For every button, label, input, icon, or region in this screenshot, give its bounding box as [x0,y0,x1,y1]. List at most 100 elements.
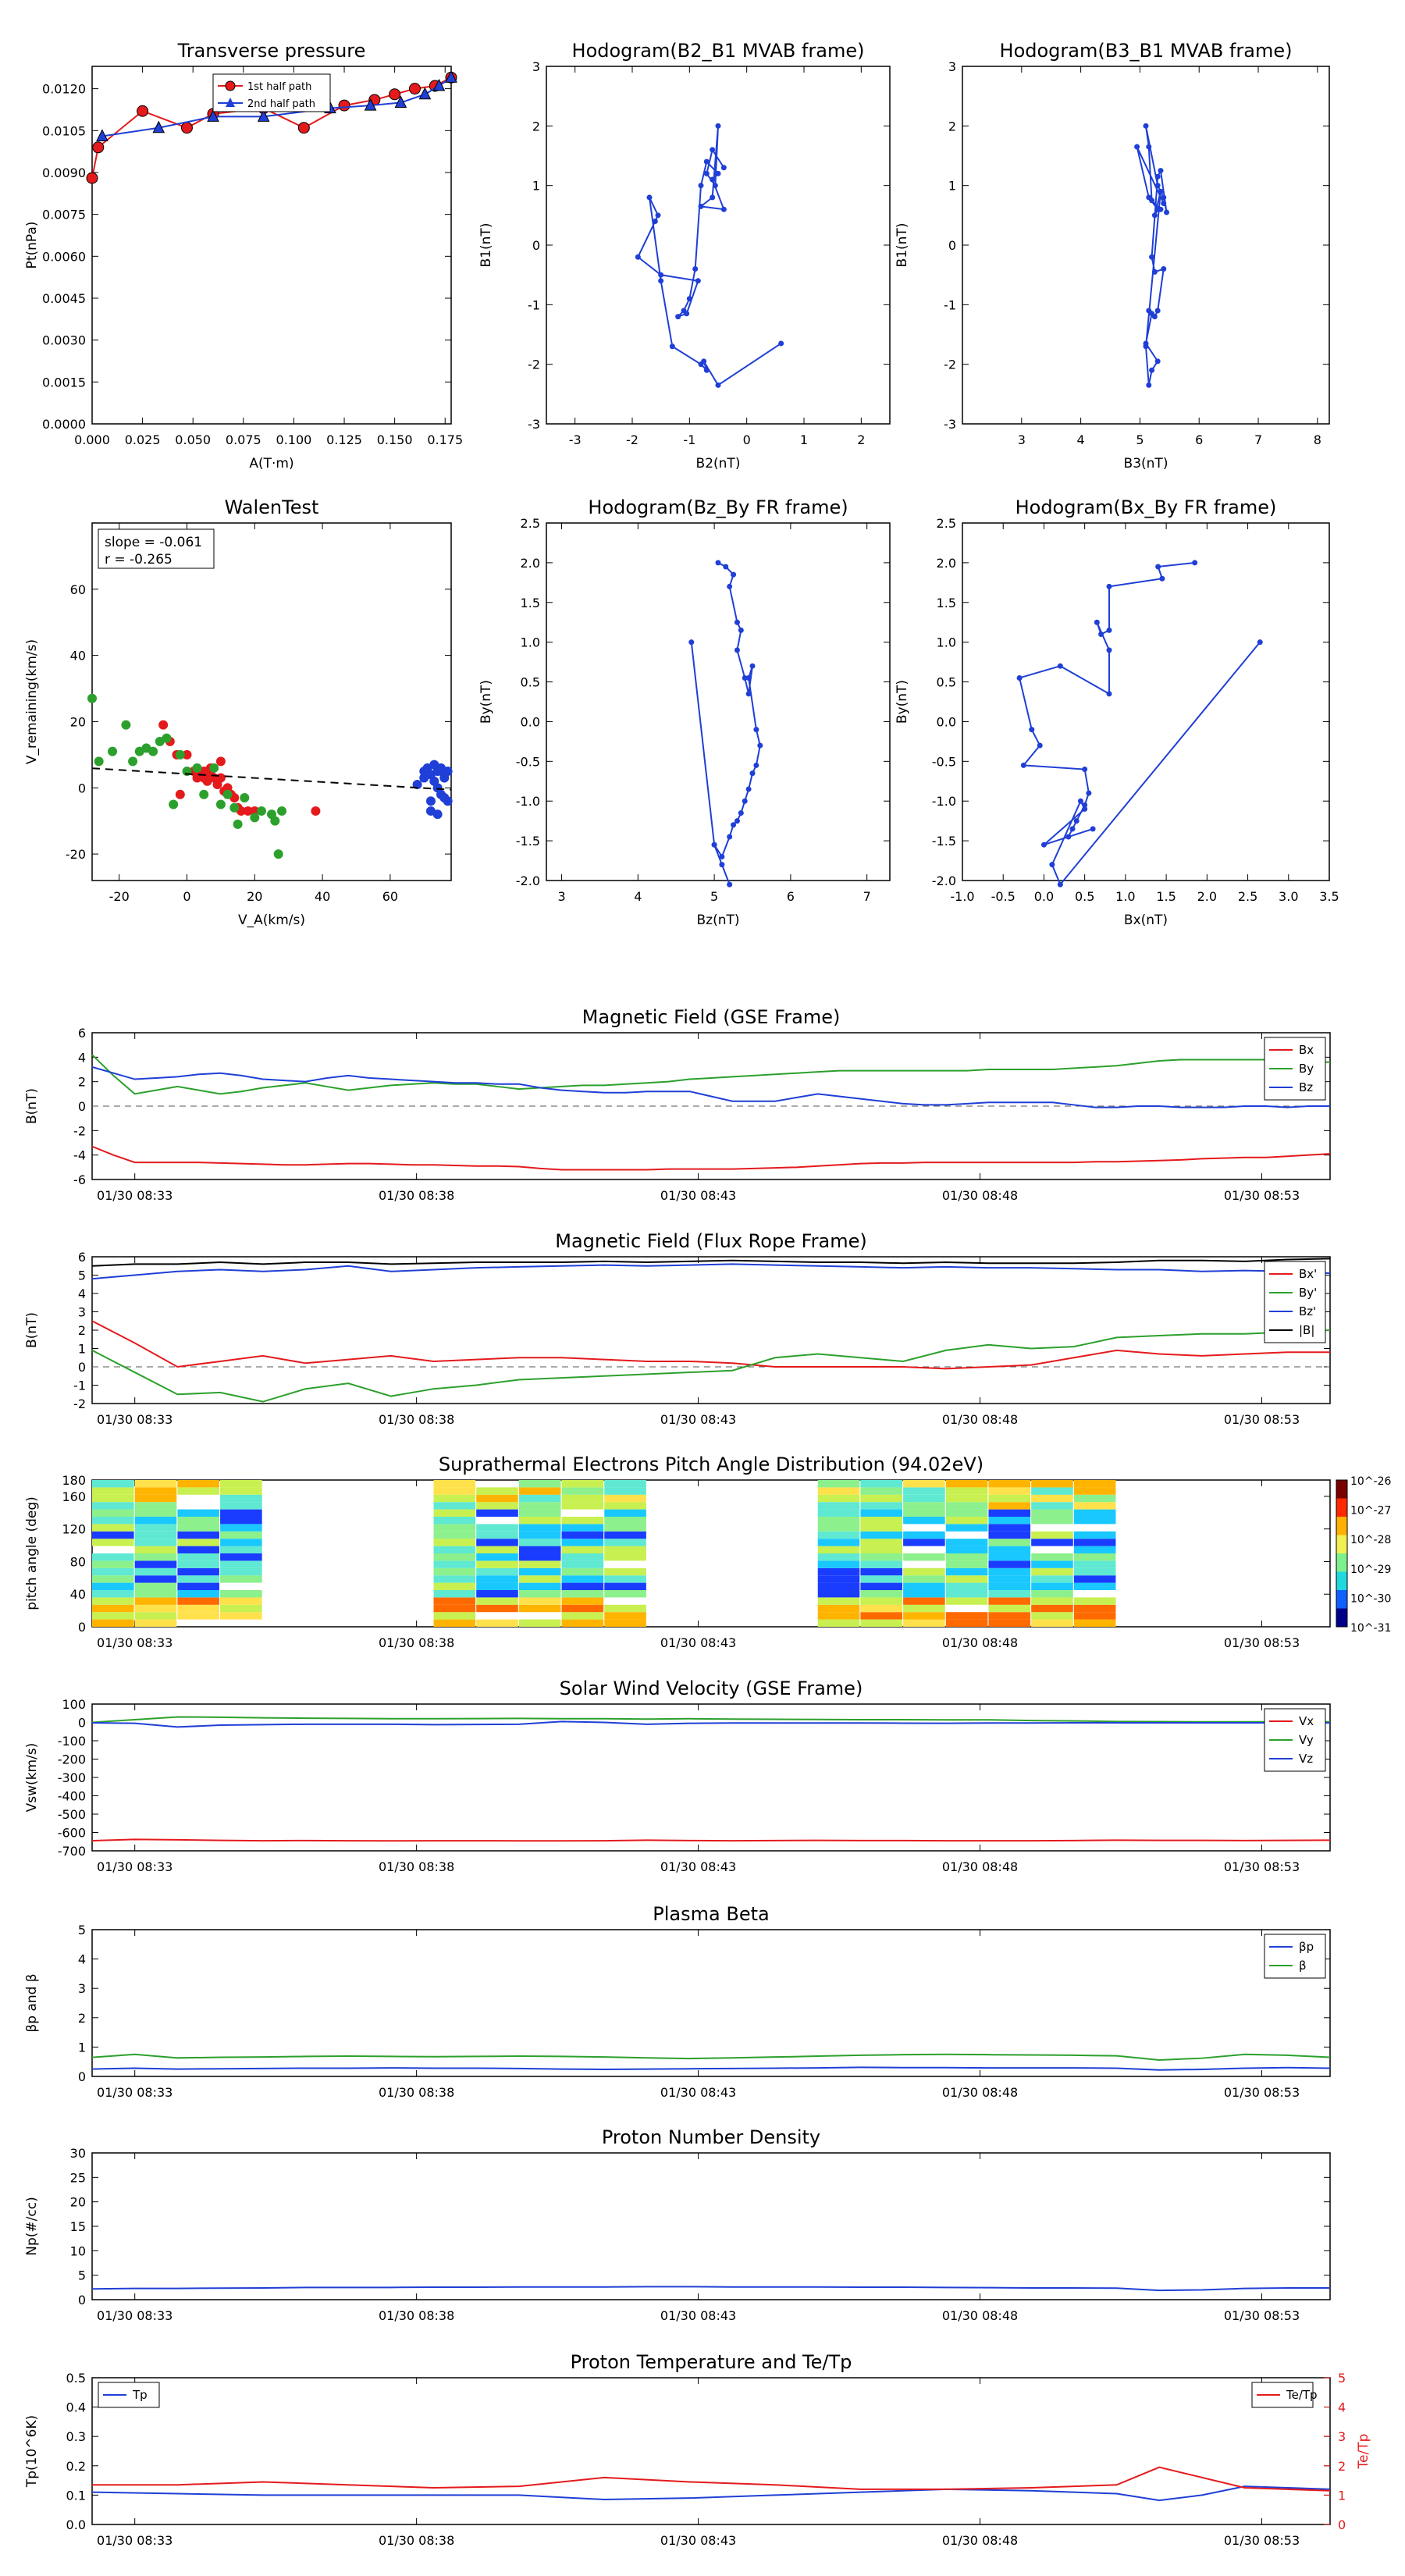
hbzby-point [734,818,740,824]
pad-cell [518,1517,561,1525]
hb3-point [1161,194,1167,201]
pad-cell [134,1502,177,1510]
pad-cell [220,1487,262,1495]
pad-cell [1073,1604,1116,1613]
bfr-xtick-label: 01/30 08:48 [942,1412,1018,1427]
hbxby-point [1029,727,1035,733]
hb3-point [1158,188,1164,194]
tp-title: Transverse pressure [177,40,366,62]
vsw-ylabel: Vsw(km/s) [24,1743,40,1813]
walen-point [215,773,226,783]
tp-point [92,141,105,154]
pad-cell [1073,1582,1116,1590]
pad-cell [1031,1517,1073,1525]
bfr-legend-label: Bx' [1299,1267,1317,1281]
hb2-point [686,296,692,302]
pad-cell [860,1509,903,1517]
pad-cell [220,1590,262,1598]
beta-xtick-label: 01/30 08:53 [1224,2085,1300,2100]
vsw-ytick-label: -500 [58,1807,86,1822]
pad-cell [1031,1612,1073,1620]
hb3-ytick-label: 1 [948,179,956,194]
hb3-point [1146,194,1152,201]
pad-cell [903,1590,945,1598]
pad-cell [860,1480,903,1488]
pad-cell [177,1480,219,1488]
hbzby-xtick-label: 4 [634,889,642,904]
hbxby-point [1106,627,1112,633]
bfr-xtick-label: 01/30 08:43 [660,1412,736,1427]
hb2-point [701,358,707,365]
hbxby-ytick-label: -1.0 [932,794,956,809]
hb3-xtick-label: 4 [1077,432,1085,447]
pad-cell [561,1539,604,1546]
pad-cell [604,1509,646,1517]
pad-cell [604,1524,646,1532]
pad-cell [220,1494,262,1503]
bfr-series-Bx' [91,1320,1330,1370]
pad-cell [177,1560,219,1568]
hbxby-ytick-label: 2.5 [937,516,956,531]
bfr-title: Magnetic Field (Flux Rope Frame) [555,1230,866,1252]
walen-point [128,756,138,767]
pad-cell [476,1524,518,1532]
hbxby-point [1094,619,1100,625]
hbzby-ytick-label: -1.0 [516,794,540,809]
hbzby-xtick-label: 7 [863,889,871,904]
hbzby-ytick-label: 1.5 [521,596,540,610]
pad-cell [561,1597,604,1605]
bfr-ytick-label: 4 [78,1286,86,1301]
pad-cell [92,1612,134,1620]
walen-point [192,763,202,773]
bfr-ytick-label: 2 [78,1323,86,1338]
pad-cell [860,1487,903,1495]
pad-cell [817,1553,860,1561]
pad-cell [476,1590,518,1598]
hb2-xtick-label: -2 [626,432,638,447]
pad-cell [518,1546,561,1553]
hbzby-ytick-label: 0.5 [521,675,540,690]
hbxby-xtick-label: 2.5 [1238,889,1257,904]
hb2-xtick-label: -1 [683,432,695,447]
pad-cell [1031,1539,1073,1546]
pad-cell [220,1480,262,1488]
pad-cell [903,1575,945,1583]
pad-cell [903,1480,945,1488]
pad-cell [433,1567,476,1576]
pad-cell [476,1539,518,1546]
bfr-ylabel: B(nT) [24,1312,40,1348]
hb2-point [658,272,664,278]
tp-ytick-label: 0.0090 [42,165,86,180]
hbzby-xtick-label: 6 [787,889,795,904]
pad-cell [945,1517,988,1525]
vsw-xtick-label: 01/30 08:38 [379,1859,454,1874]
pad-cell [476,1494,518,1503]
pad-cell [903,1487,945,1495]
tp_temp-ytick-right-label: 0 [1338,2517,1346,2532]
walen-ytick-label: 0 [78,781,86,795]
hbzby-point [753,762,759,768]
walen-point [432,809,443,820]
pad-cell [518,1539,561,1546]
pad-cell [604,1539,646,1546]
pad-cell [1073,1487,1116,1495]
hb3-xlabel: B3(nT) [1124,456,1168,471]
walen-point [273,849,283,859]
hb3-point [1154,308,1161,314]
pad-cell [945,1487,988,1495]
pad-cell [220,1553,262,1561]
pad-cell [817,1560,860,1568]
tp-point [418,87,432,100]
hbxby-point [1040,841,1047,848]
pad-cell [476,1531,518,1539]
walen-point [148,746,158,756]
bfr-series-By' [91,1329,1331,1403]
np-series-Np [91,2286,1330,2292]
bgse-title: Magnetic Field (GSE Frame) [582,1006,841,1028]
bfr-legend-label: By' [1299,1286,1317,1300]
bfr-chart: Magnetic Field (Flux Rope Frame) 01/30 08… [24,1230,1331,1427]
pad-cell [561,1487,604,1495]
hb2-point [703,170,710,176]
pad-cell [604,1604,646,1613]
pad-cell [561,1502,604,1510]
